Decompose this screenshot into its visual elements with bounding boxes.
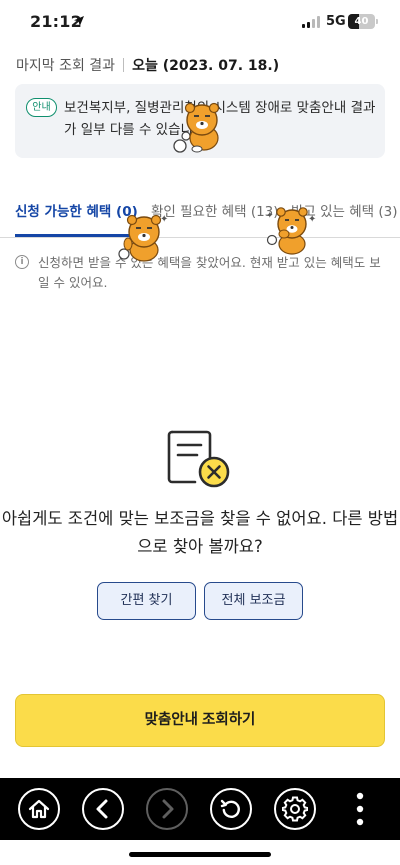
home-indicator [129, 852, 271, 857]
battery-icon: 40 [348, 14, 375, 29]
empty-state-actions: 간편 찾기 전체 보조금 [97, 582, 303, 620]
back-icon[interactable] [82, 788, 124, 830]
last-lookup-row: 마지막 조회 결과 오늘 (2023. 07. 18.) [16, 55, 279, 75]
last-lookup-date: 오늘 (2023. 07. 18.) [132, 58, 280, 74]
empty-state-message: 아쉽게도 조건에 맞는 보조금을 찾을 수 없어요. 다른 방법으로 찾아 볼까… [1, 509, 399, 556]
home-icon[interactable] [18, 788, 60, 830]
custom-guide-lookup-button[interactable]: 맞춤안내 조회하기 [15, 694, 385, 747]
status-bar: 21:12 5G 40 [0, 0, 400, 46]
network-label: 5G [326, 14, 346, 29]
more-icon[interactable] [350, 791, 370, 827]
svg-text:✦: ✦ [266, 211, 274, 221]
bear-sticker-icon [173, 102, 220, 153]
svg-text:✦: ✦ [308, 214, 316, 225]
settings-icon[interactable] [274, 788, 316, 830]
bear-sticker-icon: ✦ [118, 214, 168, 262]
info-message: i 신청하면 받을 수 있는 혜택을 찾았어요. 현재 받고 있는 혜택도 보일… [15, 253, 387, 293]
forward-icon[interactable] [146, 788, 188, 830]
divider [123, 58, 125, 72]
notice-badge: 안내 [26, 98, 57, 117]
battery-level: 40 [354, 16, 369, 27]
refresh-icon[interactable] [210, 788, 252, 830]
info-icon: i [15, 255, 29, 269]
simple-search-button[interactable]: 간편 찾기 [97, 582, 196, 620]
bear-sticker-icon: ✦ ✦ [266, 207, 316, 255]
browser-toolbar [0, 778, 400, 840]
all-subsidies-button[interactable]: 전체 보조금 [204, 582, 303, 620]
benefit-tabs: 신청 가능한 혜택 (0) 확인 필요한 혜택 (13) 받고 있는 혜택 (3… [0, 190, 400, 238]
cellular-signal-icon [302, 16, 320, 28]
info-text: 신청하면 받을 수 있는 혜택을 찾았어요. 현재 받고 있는 혜택도 보일 수… [38, 255, 381, 290]
battery-tip [376, 19, 378, 24]
last-lookup-label: 마지막 조회 결과 [16, 58, 116, 74]
location-arrow-icon [74, 16, 84, 26]
svg-text:✦: ✦ [160, 214, 168, 225]
document-x-icon [167, 430, 230, 488]
